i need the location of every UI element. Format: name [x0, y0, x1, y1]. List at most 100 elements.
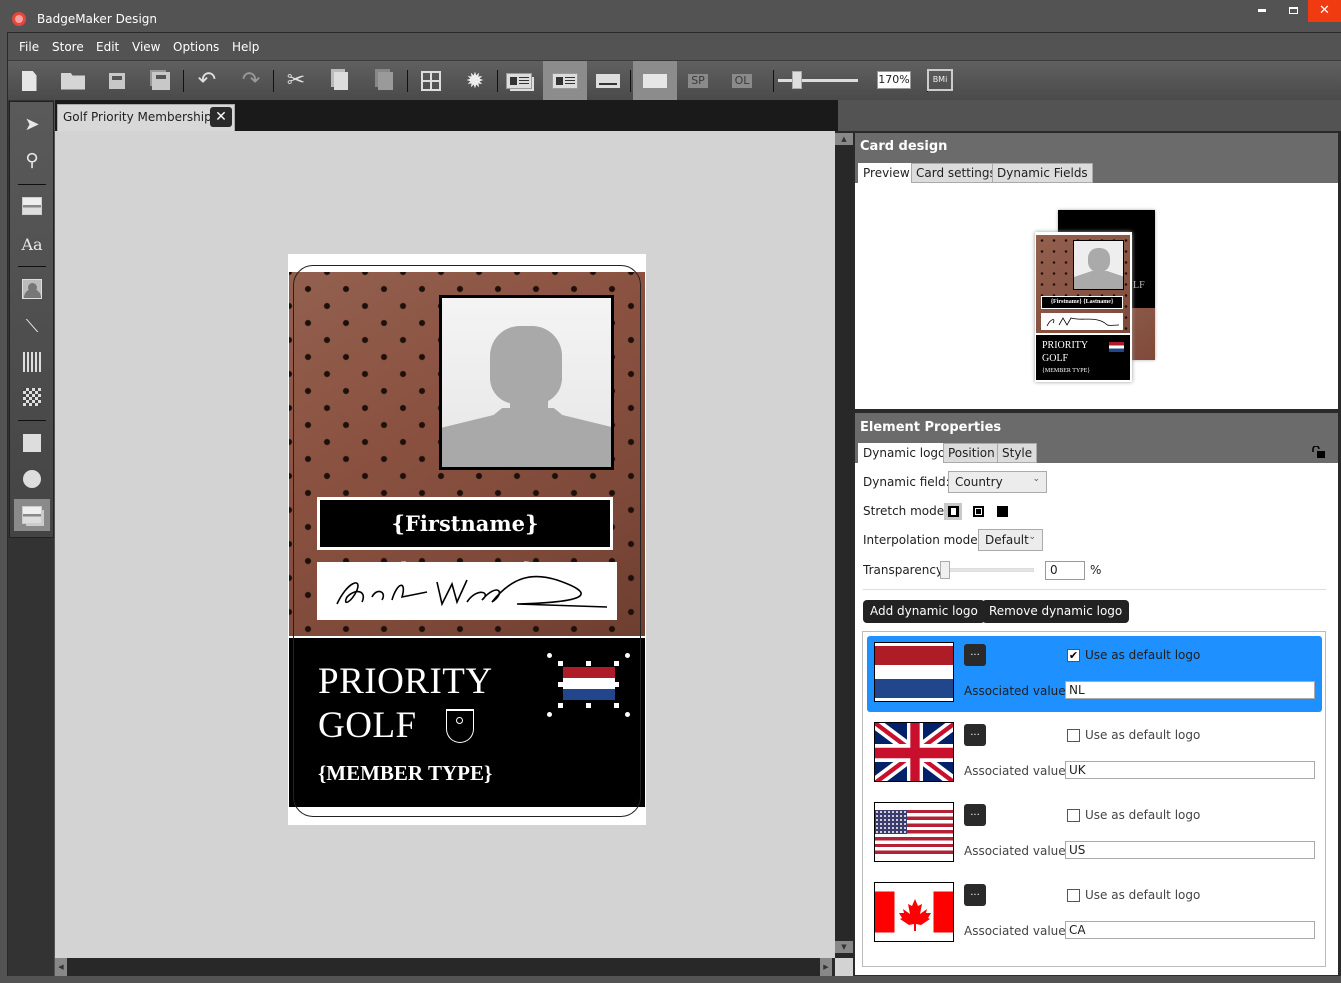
redo-button[interactable]: ↷ [231, 61, 271, 101]
dynamic-field-select[interactable]: Country ⌄ [948, 471, 1047, 493]
image-tool[interactable] [14, 190, 50, 222]
tab-preview[interactable]: Preview [858, 163, 915, 183]
menu-bar: File Store Edit View Options Help [8, 33, 1341, 60]
layout-blank-button[interactable] [633, 61, 677, 101]
zoom-tool[interactable]: ⚲ [14, 144, 50, 176]
us-flag-canton [875, 810, 907, 834]
layout-bar-button[interactable] [588, 61, 628, 101]
uk-flag-graphic [875, 723, 953, 781]
browse-logo-button[interactable]: ... [964, 644, 986, 666]
stretch-uniform-icon [947, 506, 959, 517]
folder-icon [61, 72, 85, 90]
scissors-icon: ✂ [286, 68, 306, 93]
zoom-slider-thumb[interactable] [792, 71, 802, 89]
layout-single-button[interactable] [543, 61, 587, 101]
ellipse-tool[interactable] [14, 463, 50, 495]
signature-tool[interactable]: ⟍ [14, 310, 50, 342]
interpolation-mode-select[interactable]: Default ⌄ [978, 529, 1043, 551]
close-window-button[interactable]: ✕ [1308, 0, 1341, 22]
browse-logo-button[interactable]: ... [964, 804, 986, 826]
scroll-left-icon[interactable]: ◀ [55, 958, 67, 976]
tab-dynamic-logo[interactable]: Dynamic logo [858, 443, 951, 463]
close-tab-icon[interactable]: ✕ [210, 107, 232, 127]
browse-logo-button[interactable]: ... [964, 884, 986, 906]
menu-options[interactable]: Options [173, 40, 219, 54]
scroll-right-icon[interactable]: ▶ [820, 958, 832, 976]
minimize-button[interactable] [1246, 0, 1278, 22]
stretch-fill-button[interactable] [969, 503, 987, 520]
unlocked-padlock-icon[interactable] [1312, 446, 1326, 458]
person-photo-icon [22, 279, 42, 299]
settings-button[interactable]: ✹ [455, 61, 495, 101]
text-tool[interactable]: Aa [14, 228, 50, 260]
menu-view[interactable]: View [132, 40, 160, 54]
barcode-tool[interactable] [14, 346, 50, 378]
preview-brand-line1: PRIORITY [1042, 340, 1089, 351]
scroll-down-icon[interactable]: ▼ [835, 941, 853, 953]
transparency-input[interactable]: 0 [1045, 561, 1085, 580]
save-button[interactable] [97, 61, 137, 101]
ol-button[interactable]: OL [722, 61, 762, 101]
horizontal-scrollbar[interactable]: ◀ ▶ [55, 958, 835, 976]
sp-button[interactable]: SP [678, 61, 718, 101]
layout-double-button[interactable] [499, 61, 539, 101]
logo-list-item[interactable]: ... Use as default logo Associated value… [867, 796, 1322, 872]
new-document-button[interactable] [9, 61, 49, 101]
default-logo-checkbox[interactable] [1067, 729, 1080, 742]
stretch-uniform-button[interactable] [944, 503, 962, 520]
undo-button[interactable]: ↶ [187, 61, 227, 101]
tab-card-settings[interactable]: Card settings [911, 163, 1001, 183]
photo-tool[interactable] [14, 273, 50, 305]
grid-button[interactable] [411, 61, 451, 101]
browse-logo-button[interactable]: ... [964, 724, 986, 746]
logo-list-item[interactable]: ... Use as default logo Associated value… [867, 876, 1322, 952]
qr-code-tool[interactable] [14, 381, 50, 413]
paste-button[interactable] [365, 61, 405, 101]
stretch-uniform-to-fill-button[interactable] [993, 503, 1011, 520]
remove-dynamic-logo-button[interactable]: Remove dynamic logo [982, 600, 1130, 623]
transparency-slider-thumb[interactable] [940, 561, 950, 579]
vertical-scrollbar[interactable]: ▲ ▼ [835, 131, 853, 960]
menu-file[interactable]: File [19, 40, 39, 54]
associated-value-input[interactable]: NL [1065, 681, 1315, 699]
scroll-up-icon[interactable]: ▲ [835, 133, 853, 145]
associated-value-input[interactable]: CA [1065, 921, 1315, 939]
copy-button[interactable] [321, 61, 361, 101]
logo-list-item[interactable]: ... ✔ Use as default logo Associated val… [867, 636, 1322, 712]
associated-value-input[interactable]: US [1065, 841, 1315, 859]
default-logo-checkbox[interactable]: ✔ [1067, 649, 1080, 662]
save-all-button[interactable] [141, 61, 181, 101]
rectangle-tool[interactable] [14, 427, 50, 459]
maximize-button[interactable] [1277, 0, 1309, 22]
toolbox-separator [18, 266, 46, 267]
dynamic-logo-tool[interactable] [14, 499, 50, 531]
default-logo-checkbox[interactable] [1067, 889, 1080, 902]
tab-style[interactable]: Style [997, 443, 1038, 463]
select-move-tool[interactable]: ➤ [14, 108, 50, 140]
zoom-level-field[interactable]: 170% [877, 71, 911, 89]
tab-position[interactable]: Position [943, 443, 1000, 463]
menu-store[interactable]: Store [52, 40, 84, 54]
stretch-uniform-to-fill-icon [996, 506, 1008, 517]
add-dynamic-logo-button[interactable]: Add dynamic logo [863, 600, 985, 623]
magnifier-icon: ⚲ [25, 149, 39, 171]
open-button[interactable] [53, 61, 93, 101]
default-logo-checkbox[interactable] [1067, 809, 1080, 822]
tab-dynamic-fields[interactable]: Dynamic Fields [992, 163, 1093, 183]
title-bar: BadgeMaker Design ✕ [0, 0, 1341, 36]
associated-value-input[interactable]: UK [1065, 761, 1315, 779]
preview-silhouette-head [1088, 248, 1110, 272]
cut-button[interactable]: ✂ [276, 61, 316, 101]
bmi-button[interactable]: BMi [927, 69, 953, 91]
menu-edit[interactable]: Edit [96, 40, 119, 54]
transparency-slider-track[interactable] [944, 568, 1034, 572]
percent-label: % [1090, 563, 1102, 577]
copy-icon [334, 72, 348, 90]
document-tab[interactable]: Golf Priority Membership* ✕ [57, 104, 235, 131]
card-outline [293, 265, 641, 817]
logo-list-item[interactable]: ... Use as default logo Associated value… [867, 716, 1322, 792]
card-design-header: Card design [855, 133, 1338, 161]
zoom-slider-track[interactable] [778, 79, 858, 82]
default-logo-label: Use as default logo [1085, 728, 1201, 742]
menu-help[interactable]: Help [232, 40, 259, 54]
